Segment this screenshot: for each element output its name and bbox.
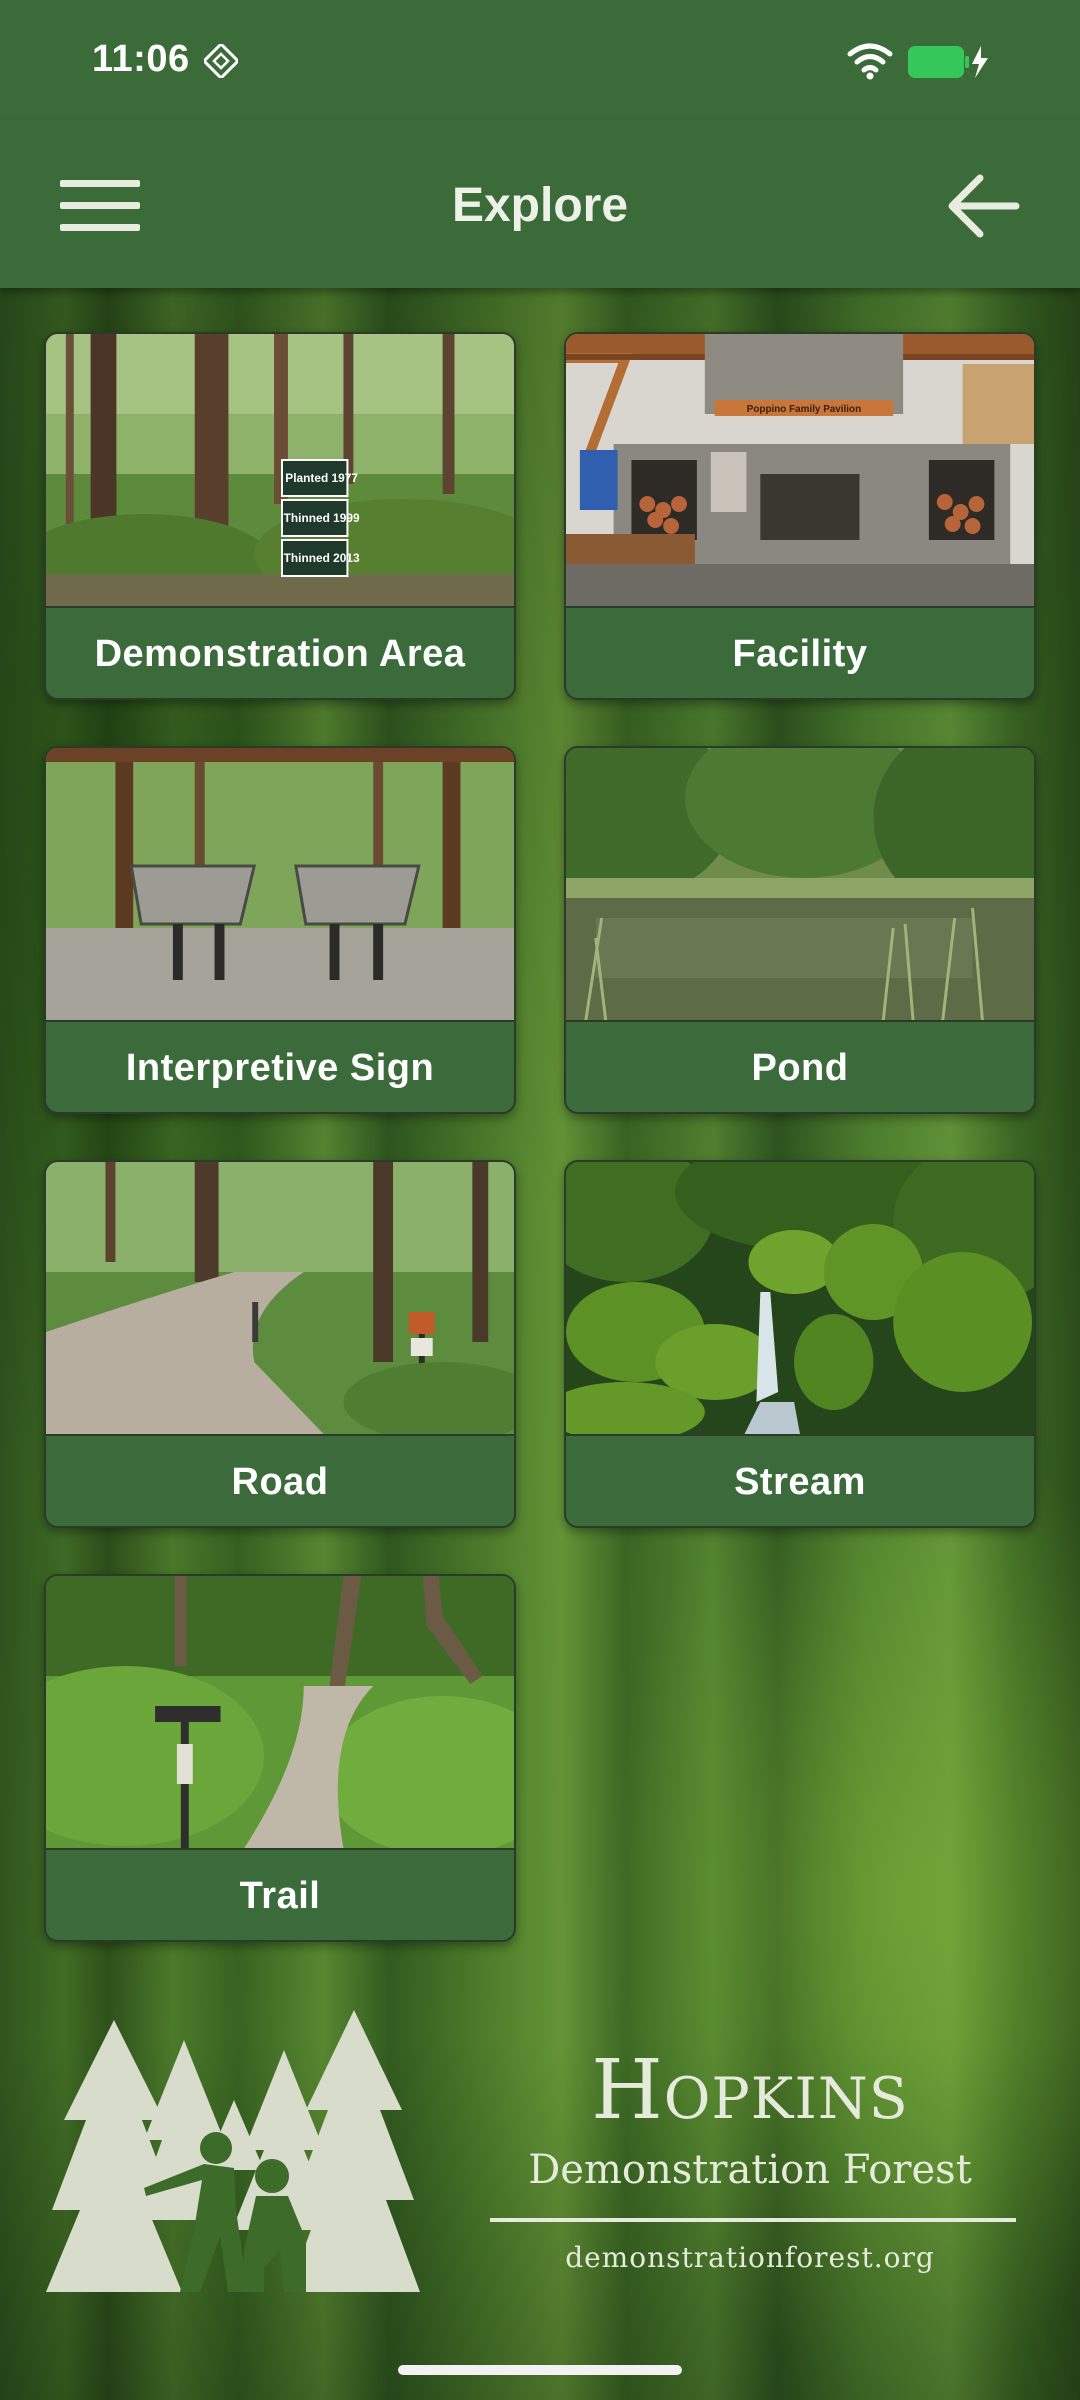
tile-label: Demonstration Area xyxy=(46,606,514,698)
logo-subtitle: Demonstration Forest xyxy=(528,2147,972,2193)
forest-logo-icon xyxy=(46,2010,420,2292)
arrow-left-icon[interactable] xyxy=(940,170,1036,242)
tile-label: Interpretive Sign xyxy=(46,1020,514,1112)
pond-photo xyxy=(566,748,1034,1020)
trail-photo xyxy=(46,1576,514,1848)
tile-label: Stream xyxy=(566,1434,1034,1526)
hamburger-menu-icon[interactable] xyxy=(44,170,156,242)
interpretive-sign-photo xyxy=(46,748,514,1020)
status-bar: 11:06 xyxy=(0,0,1080,120)
tile-label: Trail xyxy=(46,1848,514,1940)
nfc-icon xyxy=(204,44,238,78)
tile-interpretive-sign[interactable]: Interpretive Sign xyxy=(44,746,516,1114)
tile-stream[interactable]: Stream xyxy=(564,1160,1036,1528)
tile-label: Road xyxy=(46,1434,514,1526)
logo-divider xyxy=(490,2218,1016,2222)
logo-name: Hopkins xyxy=(591,2043,909,2138)
status-time: 11:06 xyxy=(92,38,190,80)
tile-trail[interactable]: Trail xyxy=(44,1574,516,1942)
road-photo xyxy=(46,1162,514,1434)
wifi-icon xyxy=(847,43,893,80)
battery-charging-icon xyxy=(908,46,988,78)
tile-label: Facility xyxy=(566,606,1034,698)
demonstration-area-photo: Planted 1977 Thinned 1999 Thinned 2013 xyxy=(46,334,514,606)
tile-pond[interactable]: Pond xyxy=(564,746,1036,1114)
page-title: Explore xyxy=(451,179,629,232)
stream-photo xyxy=(566,1162,1034,1434)
app-bar: Explore xyxy=(0,120,1080,288)
pavilion-sign-text: Poppino Family Pavilion xyxy=(747,404,861,415)
tile-road[interactable]: Road xyxy=(44,1160,516,1528)
tile-label: Pond xyxy=(566,1020,1034,1112)
facility-photo: Poppino Family Pavilion xyxy=(566,334,1034,606)
sign-text-2: Thinned 1999 xyxy=(284,511,360,525)
home-indicator[interactable] xyxy=(398,2365,682,2375)
tile-demonstration-area[interactable]: Planted 1977 Thinned 1999 Thinned 2013 D… xyxy=(44,332,516,700)
logo-url: demonstrationforest.org xyxy=(565,2241,935,2274)
sign-text-1: Planted 1977 xyxy=(285,471,358,485)
sign-text-3: Thinned 2013 xyxy=(284,551,360,565)
tile-facility[interactable]: Poppino Family Pavilion Facility xyxy=(564,332,1036,700)
